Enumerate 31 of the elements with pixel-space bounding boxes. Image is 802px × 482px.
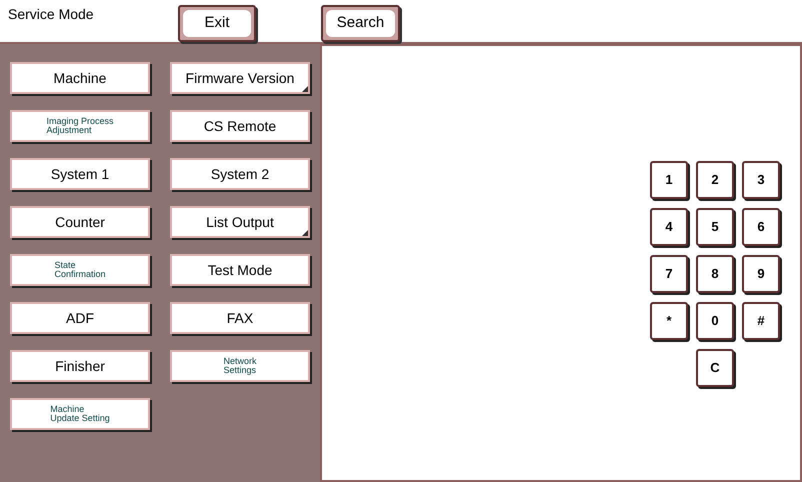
screen-title: Service Mode [8,5,94,24]
keypad-key[interactable]: 6 [742,208,780,246]
keypad-key[interactable]: # [742,302,780,340]
menu-button[interactable]: Machine [10,62,150,94]
keypad-key[interactable]: 5 [696,208,734,246]
menu-button[interactable]: State Confirmation [10,254,150,286]
menu-button[interactable]: System 1 [10,158,150,190]
menu-button[interactable]: Counter [10,206,150,238]
keypad-key[interactable]: C [696,349,734,387]
exit-button[interactable]: Exit [178,5,256,42]
menu-button[interactable]: Firmware Version [170,62,310,94]
keypad-key[interactable]: 9 [742,255,780,293]
menu-button[interactable]: FAX [170,302,310,334]
menu-button[interactable]: ADF [10,302,150,334]
menu-button[interactable]: Test Mode [170,254,310,286]
keypad-key[interactable]: 8 [696,255,734,293]
menu-button[interactable]: Imaging Process Adjustment [10,110,150,142]
menu-button[interactable]: Machine Update Setting [10,398,150,430]
keypad-key[interactable]: 1 [650,161,688,199]
keypad-key[interactable]: 3 [742,161,780,199]
search-button[interactable]: Search [321,5,400,42]
menu-button[interactable]: List Output [170,206,310,238]
keypad-key[interactable]: 0 [696,302,734,340]
menu-button[interactable]: CS Remote [170,110,310,142]
keypad-key[interactable]: 2 [696,161,734,199]
keypad-key[interactable]: * [650,302,688,340]
menu-button[interactable]: Network Settings [170,350,310,382]
keypad-key[interactable]: 4 [650,208,688,246]
menu-button[interactable]: System 2 [170,158,310,190]
keypad-key[interactable]: 7 [650,255,688,293]
menu-button[interactable]: Finisher [10,350,150,382]
